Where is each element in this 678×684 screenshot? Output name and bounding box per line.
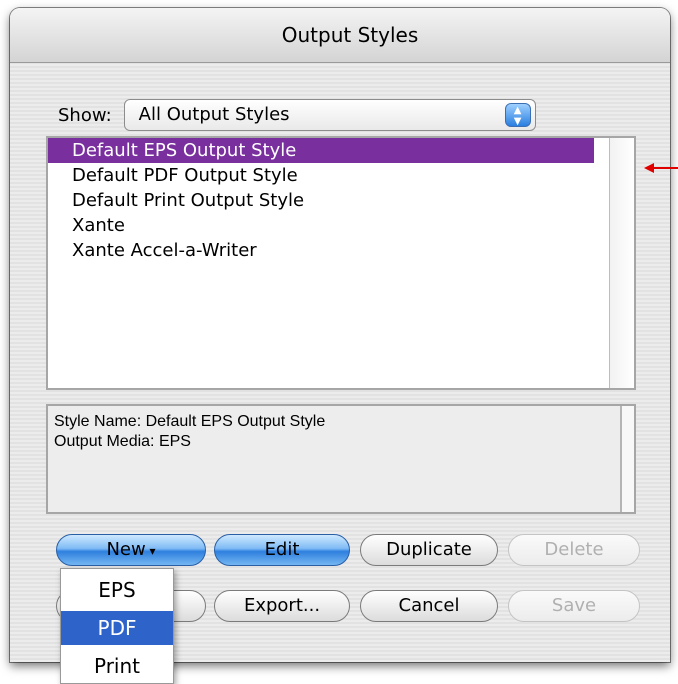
description-scrollbar[interactable] [620,406,634,512]
cancel-button[interactable]: Cancel [360,590,498,622]
list-item[interactable]: Xante [48,213,634,238]
output-media-text: Output Media: EPS [54,433,191,450]
popup-arrows-icon: ▲ ▼ [504,103,531,127]
show-selected-value: All Output Styles [138,104,290,125]
export-button[interactable]: Export... [214,590,350,622]
duplicate-button[interactable]: Duplicate [360,534,498,566]
save-button[interactable]: Save [508,590,640,622]
style-name-text: Style Name: Default EPS Output Style [54,413,326,430]
list-item[interactable]: Default EPS Output Style [48,138,594,163]
show-filter-row: Show: All Output Styles ▲ ▼ [58,99,536,131]
title-bar[interactable]: Output Styles [10,8,670,63]
delete-button[interactable]: Delete [508,534,640,566]
edit-button[interactable]: Edit [214,534,350,566]
list-item[interactable]: Default PDF Output Style [48,163,634,188]
new-style-menu: EPS PDF Print [60,568,174,684]
menu-item-print[interactable]: Print [61,649,173,683]
list-item[interactable]: Default Print Output Style [48,188,634,213]
list-scrollbar[interactable] [609,138,634,388]
style-description-box: Style Name: Default EPS Output Style Out… [46,404,636,514]
window-title: Output Styles [281,23,419,47]
new-button-label: New [106,539,146,560]
show-label: Show: [58,104,112,126]
show-popup-menu[interactable]: All Output Styles ▲ ▼ [123,99,536,131]
new-button[interactable]: New ▾ [56,534,206,566]
chevron-down-icon: ▾ [145,544,156,558]
menu-item-eps[interactable]: EPS [61,573,173,607]
list-item[interactable]: Xante Accel-a-Writer [48,238,634,263]
output-styles-list[interactable]: Default EPS Output Style Default PDF Out… [46,136,636,390]
annotation-arrow-icon [644,162,678,174]
menu-item-pdf[interactable]: PDF [61,611,173,645]
